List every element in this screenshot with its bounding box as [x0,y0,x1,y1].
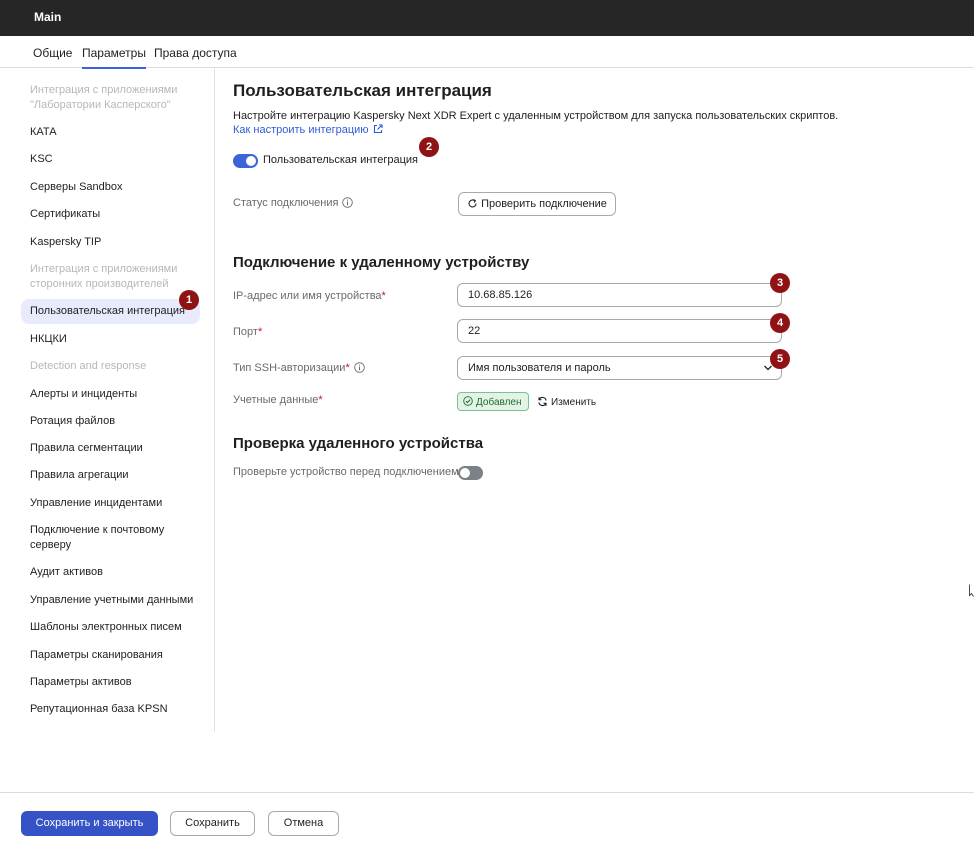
check-circle-icon [463,396,473,406]
refresh-icon [468,199,477,208]
window-title: Main [34,10,62,24]
sidebar-item-email-templates[interactable]: Шаблоны электронных писем [30,620,205,635]
info-icon[interactable] [353,362,365,373]
credentials-label: Учетные данные* [233,394,323,406]
sidebar: Интеграция с приложениями "Лаборатории К… [4,68,215,732]
remote-device-section-title: Подключение к удаленному устройству [233,254,530,271]
cancel-button[interactable]: Отмена [268,811,339,836]
sidebar-item-aggregation-rules[interactable]: Правила агрегации [30,468,205,483]
ip-value: 10.68.85.126 [468,289,533,301]
sidebar-item-asset-audit[interactable]: Аудит активов [30,565,205,580]
top-tabs: Общие Параметры Права доступа [0,36,974,69]
port-value: 22 [468,325,481,337]
page-title: Пользовательская интеграция [233,81,492,100]
info-icon[interactable] [342,197,354,208]
ssh-auth-label-text: Тип SSH-авторизации [233,362,346,374]
help-link[interactable]: Как настроить интеграцию [233,124,383,136]
sidebar-item-nkcki[interactable]: НКЦКИ [30,332,205,347]
toggle-knob [460,468,470,478]
tab-parameters[interactable]: Параметры [82,46,146,69]
port-label-text: Порт [233,326,258,338]
sidebar-item-kata[interactable]: КАТА [30,125,205,140]
custom-integration-toggle[interactable] [233,154,258,168]
ssh-auth-select[interactable]: Имя пользователя и пароль [457,356,782,380]
sidebar-item-segmentation-rules[interactable]: Правила сегментации [30,441,205,456]
external-link-icon [373,124,383,134]
port-label: Порт* [233,326,262,338]
sidebar-item-incident-management[interactable]: Управление инцидентами [30,496,205,511]
sync-icon [538,396,547,407]
footer-bar: Сохранить и закрыть Сохранить Отмена [0,792,974,846]
main-content: Пользовательская интеграция Настройте ин… [215,68,974,732]
check-connection-button[interactable]: Проверить подключение [458,192,616,216]
tab-general[interactable]: Общие [33,46,72,60]
sidebar-group-kaspersky-apps: Интеграция с приложениями "Лаборатории К… [30,84,178,111]
change-credentials-button[interactable]: Изменить [537,396,596,408]
required-mark: * [318,394,323,406]
sidebar-item-certificates[interactable]: Сертификаты [30,207,205,222]
sidebar-item-kaspersky-tip[interactable]: Kaspersky TIP [30,235,205,250]
custom-integration-toggle-label: Пользовательская интеграция [263,154,418,166]
credentials-label-text: Учетные данные [233,394,319,406]
sidebar-item-ksc[interactable]: KSC [30,152,205,167]
ip-label-text: IP-адрес или имя устройства [233,290,382,302]
sidebar-item-credentials-management[interactable]: Управление учетными данными [30,593,205,608]
credentials-status: Добавлен [476,397,522,408]
sidebar-item-asset-parameters[interactable]: Параметры активов [30,675,205,690]
mouse-cursor-icon [969,584,974,597]
required-mark: * [257,326,263,338]
sidebar-item-kpsn[interactable]: Репутационная база KPSN [30,702,205,717]
check-connection-label: Проверить подключение [481,198,607,210]
sidebar-item-file-rotation[interactable]: Ротация файлов [30,414,205,429]
callout-badge-2: 2 [419,137,439,157]
callout-badge-3: 3 [770,273,790,293]
toggle-knob [246,156,256,166]
sidebar-group-third-party: Интеграция с приложениями сторонних прои… [30,263,178,290]
help-link-label: Как настроить интеграцию [233,124,369,136]
change-credentials-label: Изменить [551,397,597,408]
page-description: Настройте интеграцию Kaspersky Next XDR … [233,110,839,122]
sidebar-item-alerts-incidents[interactable]: Алерты и инциденты [30,387,205,402]
tab-access-rights[interactable]: Права доступа [154,46,237,60]
port-input[interactable]: 22 [457,319,782,343]
verify-device-section-title: Проверка удаленного устройства [233,435,484,452]
connection-status-label: Статус подключения [233,197,354,209]
sidebar-item-mail-server[interactable]: Подключение к почтовому серверу [30,523,205,553]
window-titlebar: Main [0,0,974,36]
ssh-auth-label: Тип SSH-авторизации* [233,362,365,374]
ssh-auth-value: Имя пользователя и пароль [468,362,611,374]
sidebar-item-custom-integration[interactable]: Пользовательская интеграция [21,299,200,324]
required-mark: * [381,290,386,302]
ip-input[interactable]: 10.68.85.126 [457,283,782,307]
connection-status-text: Статус подключения [233,197,339,209]
save-and-close-button[interactable]: Сохранить и закрыть [21,811,158,836]
ip-label: IP-адрес или имя устройства* [233,290,386,302]
sidebar-item-sandbox-servers[interactable]: Серверы Sandbox [30,180,205,195]
credentials-added-badge: Добавлен [457,392,529,411]
sidebar-item-scan-parameters[interactable]: Параметры сканирования [30,648,205,663]
callout-badge-4: 4 [770,313,790,333]
required-mark: * [345,362,350,374]
verify-device-toggle[interactable] [458,466,483,480]
callout-badge-1: 1 [179,290,199,310]
sidebar-group-detection-response: Detection and response [30,360,147,372]
callout-badge-5: 5 [770,349,790,369]
save-button[interactable]: Сохранить [170,811,255,836]
verify-device-label: Проверьте устройство перед подключением [233,466,459,478]
